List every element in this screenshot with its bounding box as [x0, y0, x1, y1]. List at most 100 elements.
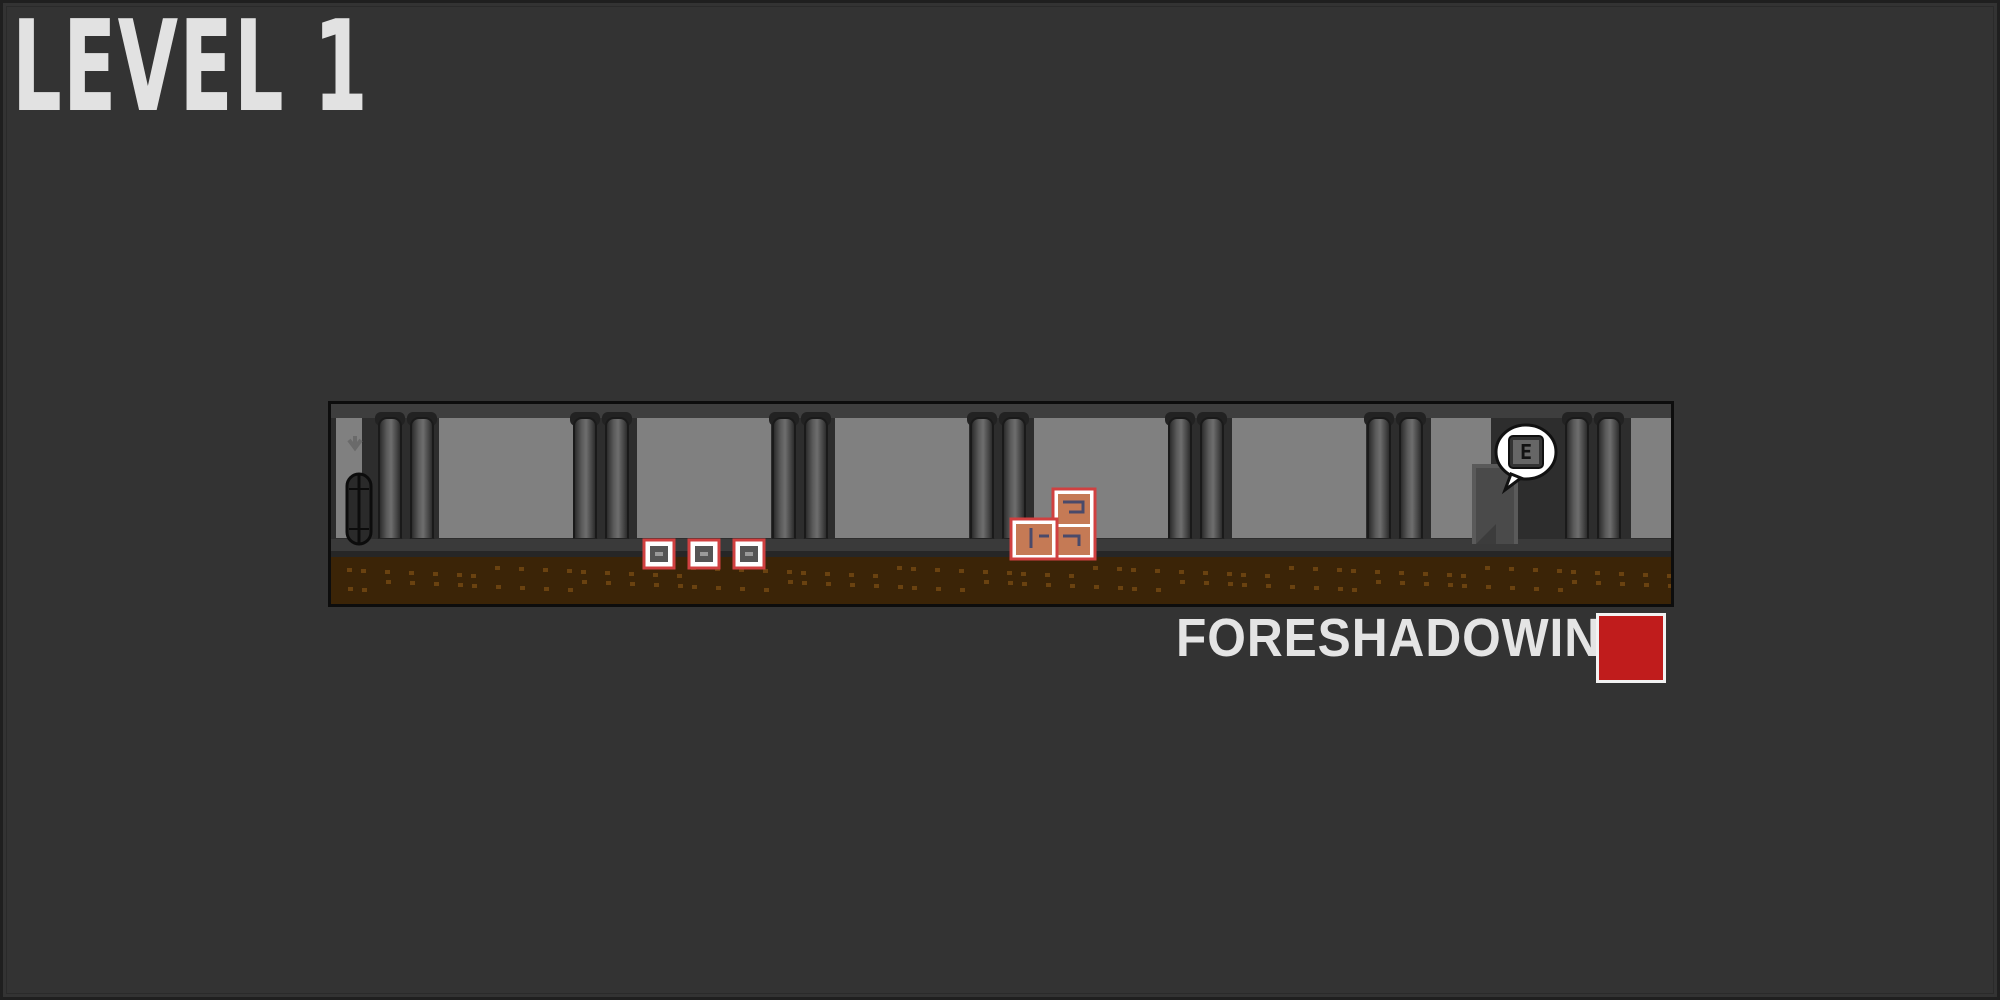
pillar: [1594, 412, 1624, 550]
dirt-speck: [1447, 573, 1452, 577]
dirt-speck: [1155, 569, 1160, 573]
dirt-speck: [1265, 574, 1270, 578]
pillar: [1197, 412, 1227, 550]
dirt-speck: [1572, 580, 1577, 584]
dirt-speck: [605, 571, 610, 575]
dirt-speck: [1241, 573, 1246, 577]
dirt-speck: [764, 588, 769, 592]
dirt-speck: [654, 583, 659, 587]
dirt-speck: [1424, 582, 1429, 586]
dirt-speck: [692, 585, 697, 589]
dirt-speck: [1510, 586, 1515, 590]
dirt-speck: [1509, 567, 1514, 571]
dirt-speck: [1595, 571, 1600, 575]
pillar: [407, 412, 437, 550]
dirt-speck: [1423, 572, 1428, 576]
dirt-speck: [496, 585, 501, 589]
dirt-speck: [1008, 581, 1013, 585]
dirt-speck: [495, 566, 500, 570]
dirt-speck: [434, 582, 439, 586]
dirt-speck: [410, 581, 415, 585]
dirt-speck: [471, 574, 476, 578]
dirt-speck: [1351, 569, 1356, 573]
dirt-speck: [1045, 573, 1050, 577]
dirt-speck: [897, 566, 902, 570]
dirt-speck: [519, 567, 524, 571]
dirt-speck: [912, 586, 917, 590]
dirt-speck: [1534, 587, 1539, 591]
level-scene: E: [331, 404, 1671, 604]
dirt-speck: [1094, 585, 1099, 589]
dirt-speck: [1486, 585, 1491, 589]
dirt-speck: [1400, 581, 1405, 585]
dirt-speck: [1313, 567, 1318, 571]
dirt-speck: [740, 587, 745, 591]
dirt-speck: [472, 584, 477, 588]
dirt-speck: [1596, 581, 1601, 585]
dirt-speck: [1571, 570, 1576, 574]
wall-panel: [1232, 418, 1366, 538]
dirt-speck: [960, 588, 965, 592]
dirt-speck: [873, 574, 878, 578]
dirt-speck: [1093, 566, 1098, 570]
small-crate-3[interactable]: [732, 538, 766, 570]
dirt-speck: [1180, 580, 1185, 584]
dirt-speck: [1242, 583, 1247, 587]
dirt-speck: [544, 587, 549, 591]
dirt-speck: [1266, 584, 1271, 588]
dirt-speck: [1021, 572, 1026, 576]
dirt-speck: [1046, 583, 1051, 587]
dirt-speck: [386, 580, 391, 584]
dirt-speck: [1022, 582, 1027, 586]
dirt-speck: [898, 585, 903, 589]
dirt-speck: [347, 568, 352, 572]
dirt-speck: [849, 573, 854, 577]
small-crate-2[interactable]: [687, 538, 721, 570]
dirt-floor: [331, 557, 1671, 604]
dirt-speck: [433, 572, 438, 576]
dirt-speck: [1558, 588, 1563, 592]
dirt-speck: [1314, 586, 1319, 590]
dirt-speck: [1375, 570, 1380, 574]
dirt-speck: [567, 569, 572, 573]
level-name: FORESHADOWING: [1176, 608, 1641, 668]
dirt-speck: [1337, 568, 1342, 572]
level-preview[interactable]: E: [328, 401, 1674, 607]
wall-panel: [1631, 418, 1671, 538]
level-title: LEVEL 1: [12, 0, 369, 140]
dirt-speck: [1376, 580, 1381, 584]
dirt-speck: [606, 581, 611, 585]
dirt-speck: [788, 580, 793, 584]
dirt-speck: [1462, 584, 1467, 588]
walkway-edge: [331, 551, 1671, 557]
dirt-speck: [1179, 570, 1184, 574]
dirt-speck: [1132, 587, 1137, 591]
dirt-speck: [802, 581, 807, 585]
small-crate-1[interactable]: [642, 538, 676, 570]
dirt-speck: [1485, 566, 1490, 570]
dirt-speck: [520, 586, 525, 590]
dirt-speck: [1461, 574, 1466, 578]
dirt-speck: [850, 583, 855, 587]
dirt-speck: [1667, 574, 1671, 578]
pillar: [1562, 412, 1592, 550]
dirt-speck: [581, 570, 586, 574]
wall-panel: [637, 418, 771, 538]
pillar: [967, 412, 997, 550]
dirt-speck: [1204, 581, 1209, 585]
dirt-speck: [361, 569, 366, 573]
dirt-speck: [1557, 569, 1562, 573]
dirt-speck: [1620, 582, 1625, 586]
dirt-speck: [825, 572, 830, 576]
dirt-speck: [826, 582, 831, 586]
dirt-speck: [763, 569, 768, 573]
pillar: [801, 412, 831, 550]
dirt-speck: [959, 569, 964, 573]
dirt-speck: [1227, 572, 1232, 576]
dirt-speck: [1668, 584, 1671, 588]
dirt-speck: [1290, 585, 1295, 589]
dirt-speck: [1117, 567, 1122, 571]
pillar: [375, 412, 405, 550]
pillar: [1165, 412, 1195, 550]
dirt-speck: [1338, 587, 1343, 591]
